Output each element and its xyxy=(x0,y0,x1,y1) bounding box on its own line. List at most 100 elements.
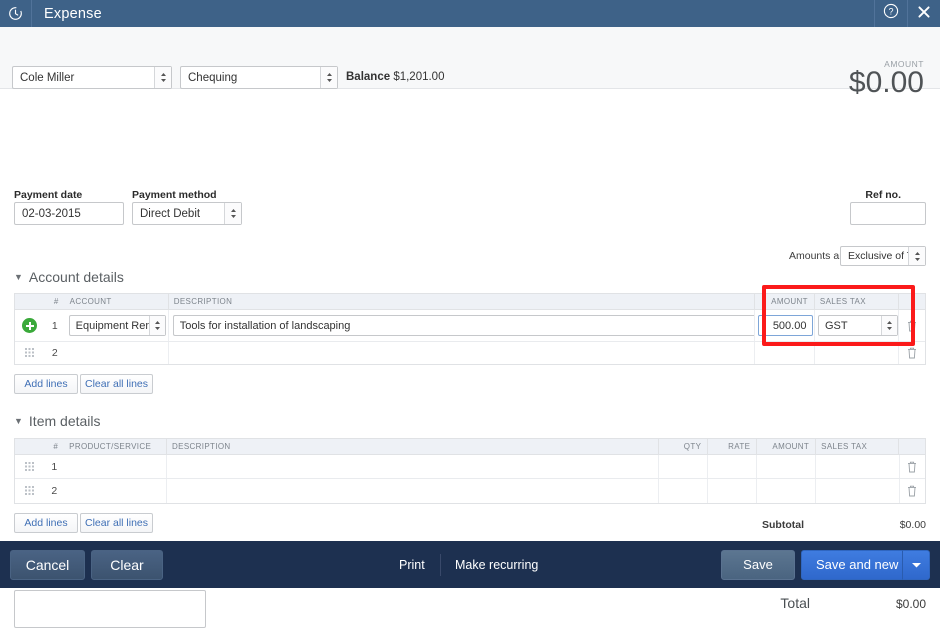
window-titlebar: Expense ? xyxy=(0,0,940,27)
account-clear-all-lines-button[interactable]: Clear all lines xyxy=(80,374,153,394)
row-number: 1 xyxy=(51,319,58,332)
row-account-select[interactable]: Equipment Rental xyxy=(68,315,166,336)
transaction-history-button[interactable] xyxy=(0,0,32,27)
clear-button[interactable]: Clear xyxy=(91,549,163,580)
save-and-new-button[interactable]: Save and new xyxy=(801,549,914,580)
account-balance: Balance $1,201.00 xyxy=(346,71,444,83)
trash-icon xyxy=(907,320,917,332)
row-drag-handle[interactable] xyxy=(15,342,45,364)
add-line-button[interactable] xyxy=(15,310,45,341)
row-delete-button[interactable] xyxy=(900,455,925,478)
row-description-cell[interactable] xyxy=(167,479,660,503)
bank-account-select-value: Chequing xyxy=(188,71,238,84)
table-row: 1 xyxy=(15,455,925,479)
account-details-title: Account details xyxy=(28,269,124,285)
make-recurring-button[interactable]: Make recurring xyxy=(455,558,538,572)
item-details-section-header[interactable]: ▼ Item details xyxy=(14,413,101,429)
drag-handle-icon xyxy=(25,347,35,359)
trash-icon xyxy=(907,461,917,473)
payment-method-select[interactable]: Direct Debit xyxy=(132,202,242,225)
collapse-triangle-icon: ▼ xyxy=(14,415,23,426)
account-details-section-header[interactable]: ▼ Account details xyxy=(14,269,124,285)
row-delete-button[interactable] xyxy=(900,479,925,503)
drag-handle-icon xyxy=(25,482,35,500)
account-col-handle xyxy=(15,294,45,310)
bank-account-select[interactable]: Chequing xyxy=(180,66,338,89)
item-clear-all-lines-button[interactable]: Clear all lines xyxy=(80,513,153,533)
payment-date-input[interactable]: 02-03-2015 xyxy=(14,202,124,225)
row-amount-cell[interactable] xyxy=(757,455,817,478)
row-drag-handle[interactable] xyxy=(15,479,44,503)
account-col-amount: AMOUNT xyxy=(755,293,815,310)
row-account-cell[interactable] xyxy=(65,342,169,364)
table-row: 2 xyxy=(15,342,925,364)
save-options-dropdown-button[interactable] xyxy=(902,549,930,580)
chevron-updown-icon xyxy=(880,316,897,335)
row-salestax-cell[interactable] xyxy=(816,455,900,478)
close-button[interactable] xyxy=(907,0,940,27)
payee-select[interactable]: Cole Miller xyxy=(12,66,172,89)
row-product-cell[interactable] xyxy=(64,455,168,478)
row-description-cell[interactable] xyxy=(167,455,660,478)
item-details-title: Item details xyxy=(28,413,101,429)
memo-input[interactable] xyxy=(14,590,206,628)
drag-handle-icon xyxy=(25,458,35,476)
table-row: 2 xyxy=(15,479,925,503)
item-col-handle xyxy=(15,439,44,455)
row-description-cell[interactable] xyxy=(169,342,756,364)
row-rate-cell[interactable] xyxy=(708,479,758,503)
trash-icon xyxy=(907,485,917,497)
row-salestax-cell[interactable] xyxy=(815,342,900,364)
expense-window: Expense ? Cole Miller Chequing Balance $… xyxy=(0,0,940,628)
row-account-cell: Equipment Rental xyxy=(65,310,169,341)
row-amount-cell[interactable] xyxy=(757,479,817,503)
row-amount-cell[interactable] xyxy=(755,342,815,364)
payment-date-value: 02-03-2015 xyxy=(22,207,81,220)
row-number: 2 xyxy=(51,347,58,359)
amount-figure: $0.00 xyxy=(848,66,924,99)
row-rate-cell[interactable] xyxy=(708,455,758,478)
row-drag-handle[interactable] xyxy=(15,455,44,478)
history-clock-icon xyxy=(8,6,23,21)
close-x-icon xyxy=(917,4,931,24)
account-details-grid: # ACCOUNT DESCRIPTION AMOUNT SALES TAX 1… xyxy=(14,293,926,365)
item-col-product: PRODUCT/SERVICE xyxy=(64,438,167,455)
account-add-lines-button[interactable]: Add lines xyxy=(14,374,78,394)
account-grid-header-row: # ACCOUNT DESCRIPTION AMOUNT SALES TAX xyxy=(15,293,925,310)
row-amount-input[interactable]: 500.00 xyxy=(758,315,814,336)
row-qty-cell[interactable] xyxy=(659,455,709,478)
account-col-delete xyxy=(899,294,925,310)
ref-no-input[interactable] xyxy=(850,202,926,225)
balance-label: Balance xyxy=(346,71,391,83)
row-qty-cell[interactable] xyxy=(659,479,709,503)
row-salestax-cell[interactable] xyxy=(816,479,900,503)
save-button[interactable]: Save xyxy=(721,549,795,580)
payment-date-label: Payment date xyxy=(14,189,83,201)
row-product-cell[interactable] xyxy=(64,479,168,503)
cancel-button[interactable]: Cancel xyxy=(10,549,85,580)
plus-circle-icon xyxy=(22,318,38,333)
payee-header-strip: Cole Miller Chequing Balance $1,201.00 A… xyxy=(0,27,940,99)
item-col-num: # xyxy=(53,441,59,451)
item-grid-header-row: # PRODUCT/SERVICE DESCRIPTION QTY RATE A… xyxy=(15,438,925,455)
item-col-rate: RATE xyxy=(708,438,758,455)
print-button[interactable]: Print xyxy=(399,558,425,572)
account-col-num: # xyxy=(53,296,59,306)
item-col-salestax: SALES TAX xyxy=(816,438,900,455)
row-salestax-select[interactable]: GST xyxy=(817,315,898,336)
row-amount-cell: 500.00 xyxy=(755,310,815,341)
item-add-lines-button[interactable]: Add lines xyxy=(14,513,78,533)
help-question-icon: ? xyxy=(883,3,899,24)
row-salestax-cell: GST xyxy=(815,310,900,341)
row-delete-button[interactable] xyxy=(899,342,925,364)
payment-method-label: Payment method xyxy=(132,189,217,201)
ref-no-label: Ref no. xyxy=(865,189,901,201)
row-amount-value: 500.00 xyxy=(772,319,807,332)
amounts-are-select[interactable]: Exclusive of Tax xyxy=(840,246,926,266)
row-description-input[interactable]: Tools for installation of landscaping xyxy=(172,315,755,336)
row-delete-button[interactable] xyxy=(899,310,925,341)
chevron-updown-icon xyxy=(148,316,165,335)
total-label: Total xyxy=(780,595,810,611)
chevron-down-icon xyxy=(911,556,922,574)
help-button[interactable]: ? xyxy=(874,0,907,27)
